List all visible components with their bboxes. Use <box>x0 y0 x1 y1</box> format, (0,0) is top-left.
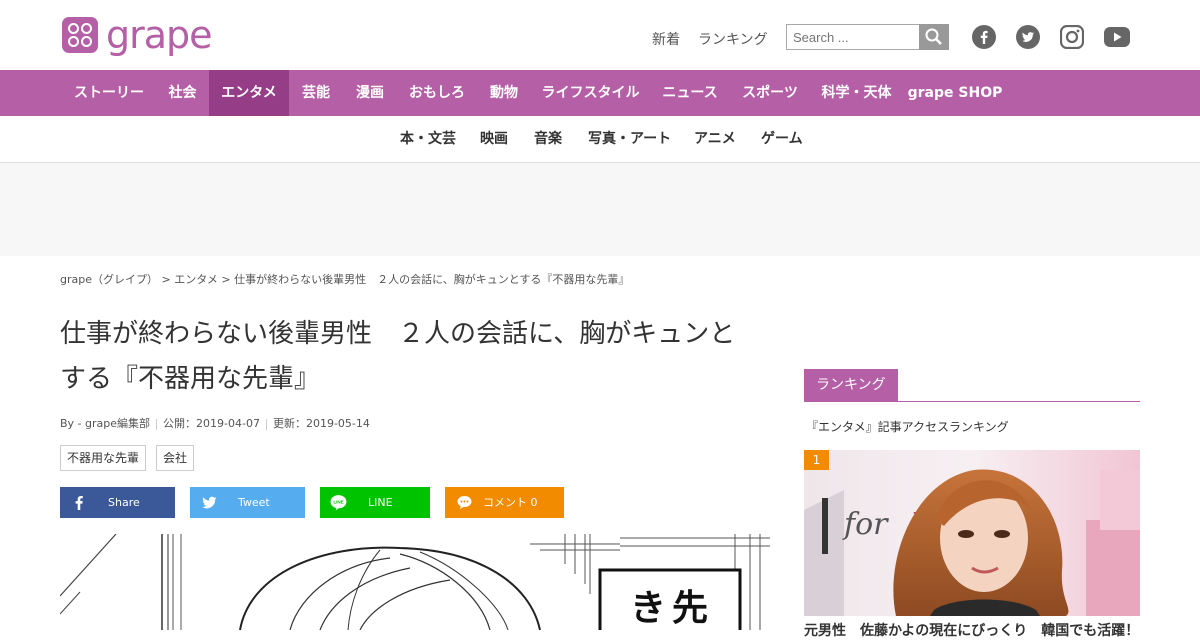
nav-item-omoshiro[interactable]: おもしろ <box>397 70 477 116</box>
updated-date: 更新：2019-05-14 <box>272 417 370 430</box>
category-nav: ストーリー 社会 エンタメ 芸能 漫画 おもしろ 動物 ライフスタイル ニュース… <box>0 70 1200 116</box>
svg-text:for: for <box>842 507 889 542</box>
facebook-icon <box>75 496 83 510</box>
published-date: 公開：2019-04-07 <box>163 417 260 430</box>
facebook-icon[interactable] <box>972 25 996 49</box>
logo-text: grape <box>106 13 213 57</box>
nav-item-shop[interactable]: grape SHOP <box>903 70 1007 116</box>
line-icon: LINE <box>330 495 347 511</box>
breadcrumb[interactable]: grape（グレイプ） > エンタメ > 仕事が終わらない後輩男性 ２人の会話に… <box>60 271 629 287</box>
nav-item-lifestyle[interactable]: ライフスタイル <box>531 70 650 116</box>
ranking-heading-bar: ランキング <box>804 369 1140 402</box>
twitter-share-button[interactable]: Tweet <box>190 487 305 518</box>
ranking-subheading: 『エンタメ』記事アクセスランキング <box>806 420 1009 434</box>
comment-icon <box>457 496 472 509</box>
svg-text:LINE: LINE <box>333 500 343 505</box>
nav-item-animals[interactable]: 動物 <box>477 70 531 116</box>
twitter-icon[interactable] <box>1016 25 1040 49</box>
youtube-icon[interactable] <box>1104 25 1130 49</box>
facebook-share-label: Share <box>108 496 140 509</box>
article-manga-image: き 先 <box>60 534 770 630</box>
comment-label: コメント 0 <box>483 496 538 509</box>
subnav-item-anime[interactable]: アニメ <box>694 116 736 162</box>
search-button[interactable] <box>919 24 949 50</box>
facebook-share-button[interactable]: Share <box>60 487 175 518</box>
comment-button[interactable]: コメント 0 <box>445 487 564 518</box>
svg-text:き: き <box>630 588 666 629</box>
search-box <box>786 24 949 50</box>
search-icon <box>925 28 942 45</box>
nav-item-sports[interactable]: スポーツ <box>730 70 810 116</box>
subnav-item-photo-art[interactable]: 写真・アート <box>588 116 671 162</box>
line-share-button[interactable]: LINE LINE <box>320 487 430 518</box>
ranking-heading: ランキング <box>804 369 898 401</box>
subnav-item-music[interactable]: 音楽 <box>534 116 562 162</box>
line-share-label: LINE <box>368 496 393 509</box>
tag-company[interactable]: 会社 <box>156 445 195 471</box>
instagram-icon[interactable] <box>1060 25 1084 49</box>
ranking-caption-1[interactable]: 元男性 佐藤かよの現在にびっくり 韓国でも活躍！ <box>804 620 1139 640</box>
nav-item-news[interactable]: ニュース <box>650 70 730 116</box>
article-meta: By - grape編集部 公開：2019-04-07 更新：2019-05-14 <box>60 415 370 431</box>
nav-item-entame[interactable]: エンタメ <box>209 70 289 116</box>
nav-item-science[interactable]: 科学・天体 <box>810 70 903 116</box>
author[interactable]: By - grape編集部 <box>60 417 150 430</box>
nav-item-story[interactable]: ストーリー <box>62 70 156 116</box>
subnav-item-books[interactable]: 本・文芸 <box>400 116 456 162</box>
twitter-icon <box>202 496 217 509</box>
new-link[interactable]: 新着 <box>652 29 680 49</box>
ad-banner-area <box>0 163 1200 256</box>
site-header: grape 新着 ランキング <box>0 0 1200 70</box>
ranking-link[interactable]: ランキング <box>698 29 768 49</box>
tag-bukiyou[interactable]: 不器用な先輩 <box>60 445 147 471</box>
subnav-item-game[interactable]: ゲーム <box>761 116 803 162</box>
search-input[interactable] <box>786 24 920 50</box>
svg-text:先: 先 <box>672 588 708 629</box>
nav-item-society[interactable]: 社会 <box>156 70 209 116</box>
ranking-thumbnail-1[interactable]: for V <box>804 450 1140 616</box>
article-title: 仕事が終わらない後輩男性 ２人の会話に、胸がキュンとする『不器用な先輩』 <box>60 319 736 394</box>
subnav-item-movies[interactable]: 映画 <box>480 116 508 162</box>
site-logo[interactable]: grape <box>62 13 213 57</box>
ranking-number-1: 1 <box>804 450 829 470</box>
grape-logo-icon <box>62 17 98 53</box>
twitter-share-label: Tweet <box>238 496 270 509</box>
nav-item-manga[interactable]: 漫画 <box>343 70 397 116</box>
nav-item-geino[interactable]: 芸能 <box>289 70 343 116</box>
sub-category-nav: 本・文芸 映画 音楽 写真・アート アニメ ゲーム <box>0 116 1200 163</box>
